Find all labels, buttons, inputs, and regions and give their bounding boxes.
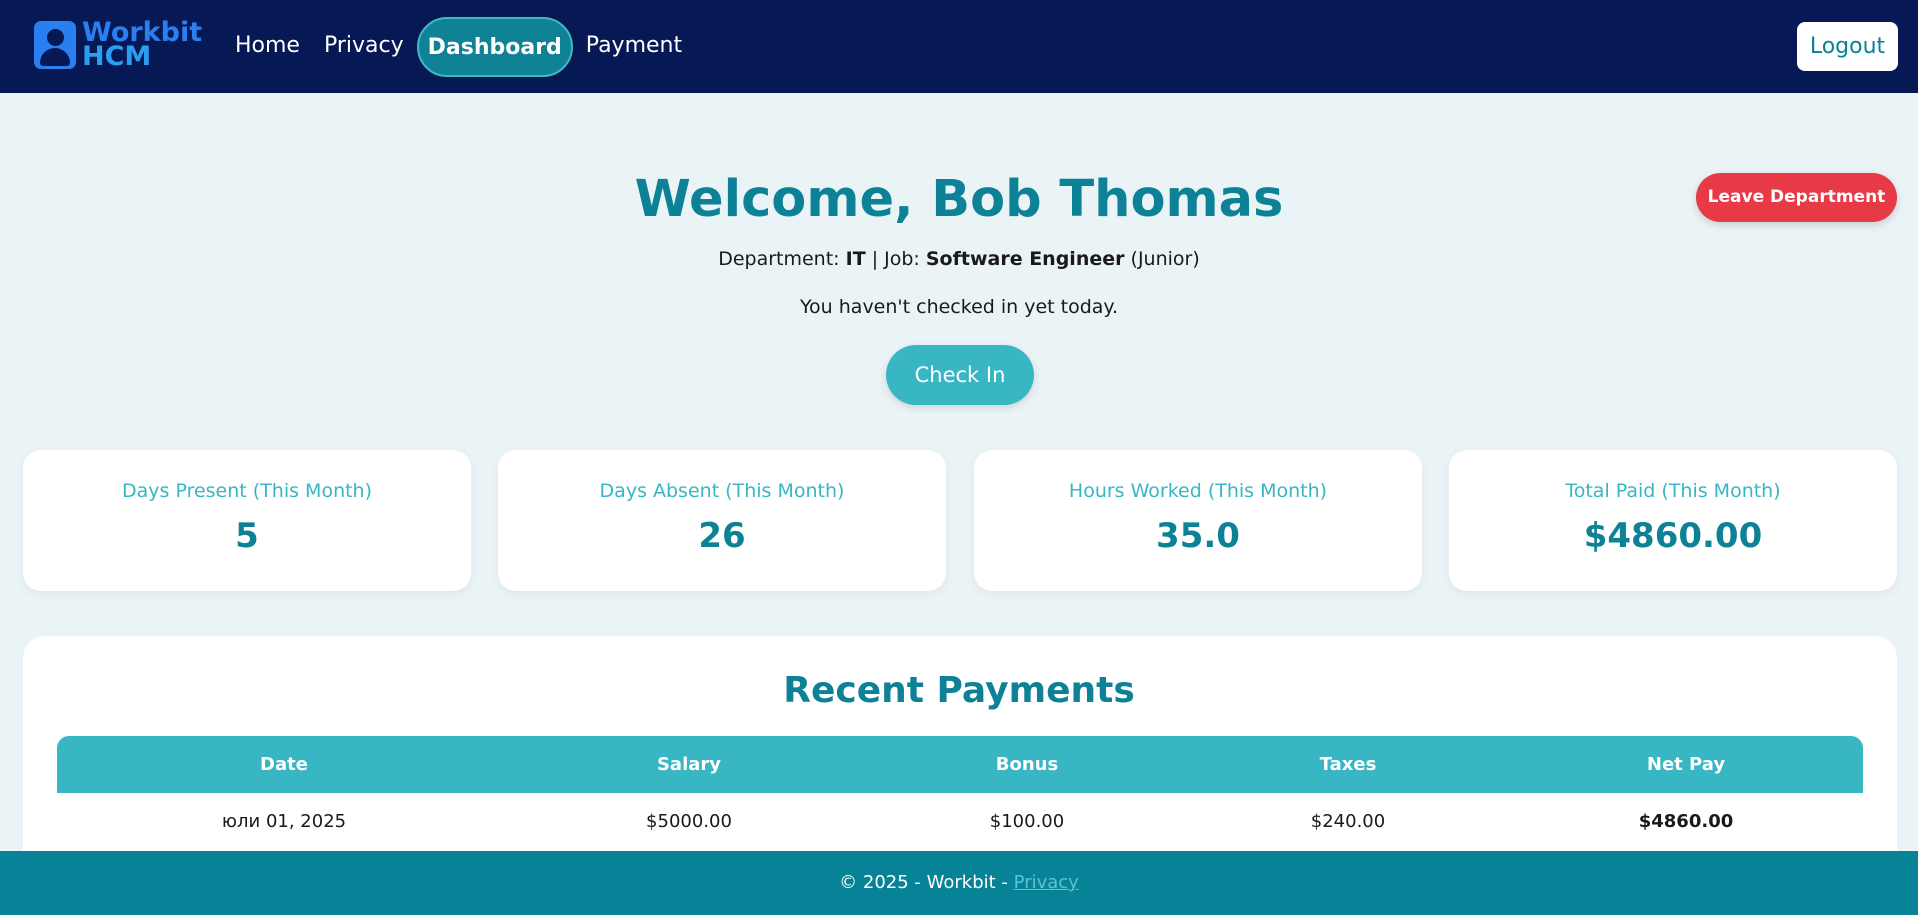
column-header-net-pay: Net Pay <box>1646 754 1726 775</box>
stat-label: Days Absent (This Month) <box>599 480 845 502</box>
stat-label: Days Present (This Month) <box>121 480 373 502</box>
logout-button[interactable]: Logout <box>1797 22 1898 71</box>
top-navbar: Workbit HCM Home Privacy Dashboard Payme… <box>0 0 1918 93</box>
nav-link-home[interactable]: Home <box>224 17 311 77</box>
page-footer: © 2025 - Workbit - Privacy <box>0 851 1918 915</box>
brand-name: Workbit HCM <box>82 19 202 70</box>
department-job-line: Department: IT | Job: Software Engineer … <box>0 248 1918 270</box>
cell-bonus: $100.00 <box>989 811 1065 832</box>
stat-value: $4860.00 <box>1583 516 1763 556</box>
job-value: Software Engineer <box>925 248 1125 270</box>
cell-date: юли 01, 2025 <box>221 811 347 832</box>
stat-card-days-absent: Days Absent (This Month) 26 <box>498 450 946 591</box>
stat-value: 35.0 <box>1156 516 1240 556</box>
column-header-taxes: Taxes <box>1319 754 1377 775</box>
footer-privacy-link[interactable]: Privacy <box>1014 872 1079 893</box>
welcome-heading: Welcome, Bob Thomas <box>634 170 1284 229</box>
job-level: (Junior) <box>1124 248 1200 270</box>
department-value: IT <box>845 248 866 270</box>
leave-department-button[interactable]: Leave Department <box>1696 173 1897 222</box>
column-header-date: Date <box>260 754 308 775</box>
nav-link-dashboard[interactable]: Dashboard <box>416 17 573 77</box>
nav-link-payment[interactable]: Payment <box>575 17 693 77</box>
check-in-button[interactable]: Check In <box>886 345 1034 405</box>
stat-value: 5 <box>235 516 259 556</box>
table-row: юли 01, 2025 $5000.00 $100.00 $240.00 $4… <box>57 793 1863 850</box>
cell-salary: $5000.00 <box>646 811 732 832</box>
footer-copyright: © 2025 - Workbit - <box>839 872 1014 893</box>
user-badge-icon <box>34 21 76 69</box>
cell-net-pay: $4860.00 <box>1638 811 1734 832</box>
job-prefix: | Job: <box>865 248 926 270</box>
column-header-salary: Salary <box>656 754 722 775</box>
stat-label: Hours Worked (This Month) <box>1068 480 1328 502</box>
stat-card-hours-worked: Hours Worked (This Month) 35.0 <box>974 450 1422 591</box>
checkin-status-text: You haven't checked in yet today. <box>799 296 1119 318</box>
table-header-row: Date Salary Bonus Taxes Net Pay <box>57 736 1863 793</box>
brand-logo-link[interactable]: Workbit HCM <box>34 19 202 70</box>
stat-card-days-present: Days Present (This Month) 5 <box>23 450 471 591</box>
payments-table: Date Salary Bonus Taxes Net Pay юли 01, … <box>57 736 1863 850</box>
nav-link-privacy[interactable]: Privacy <box>313 17 415 77</box>
cell-taxes: $240.00 <box>1310 811 1386 832</box>
recent-payments-title: Recent Payments <box>783 670 1135 711</box>
column-header-bonus: Bonus <box>995 754 1059 775</box>
department-prefix: Department: <box>718 248 846 270</box>
stat-label: Total Paid (This Month) <box>1565 480 1781 502</box>
nav-links: Home Privacy Dashboard Payment <box>224 17 695 77</box>
stat-value: 26 <box>698 516 746 556</box>
stat-card-total-paid: Total Paid (This Month) $4860.00 <box>1449 450 1897 591</box>
